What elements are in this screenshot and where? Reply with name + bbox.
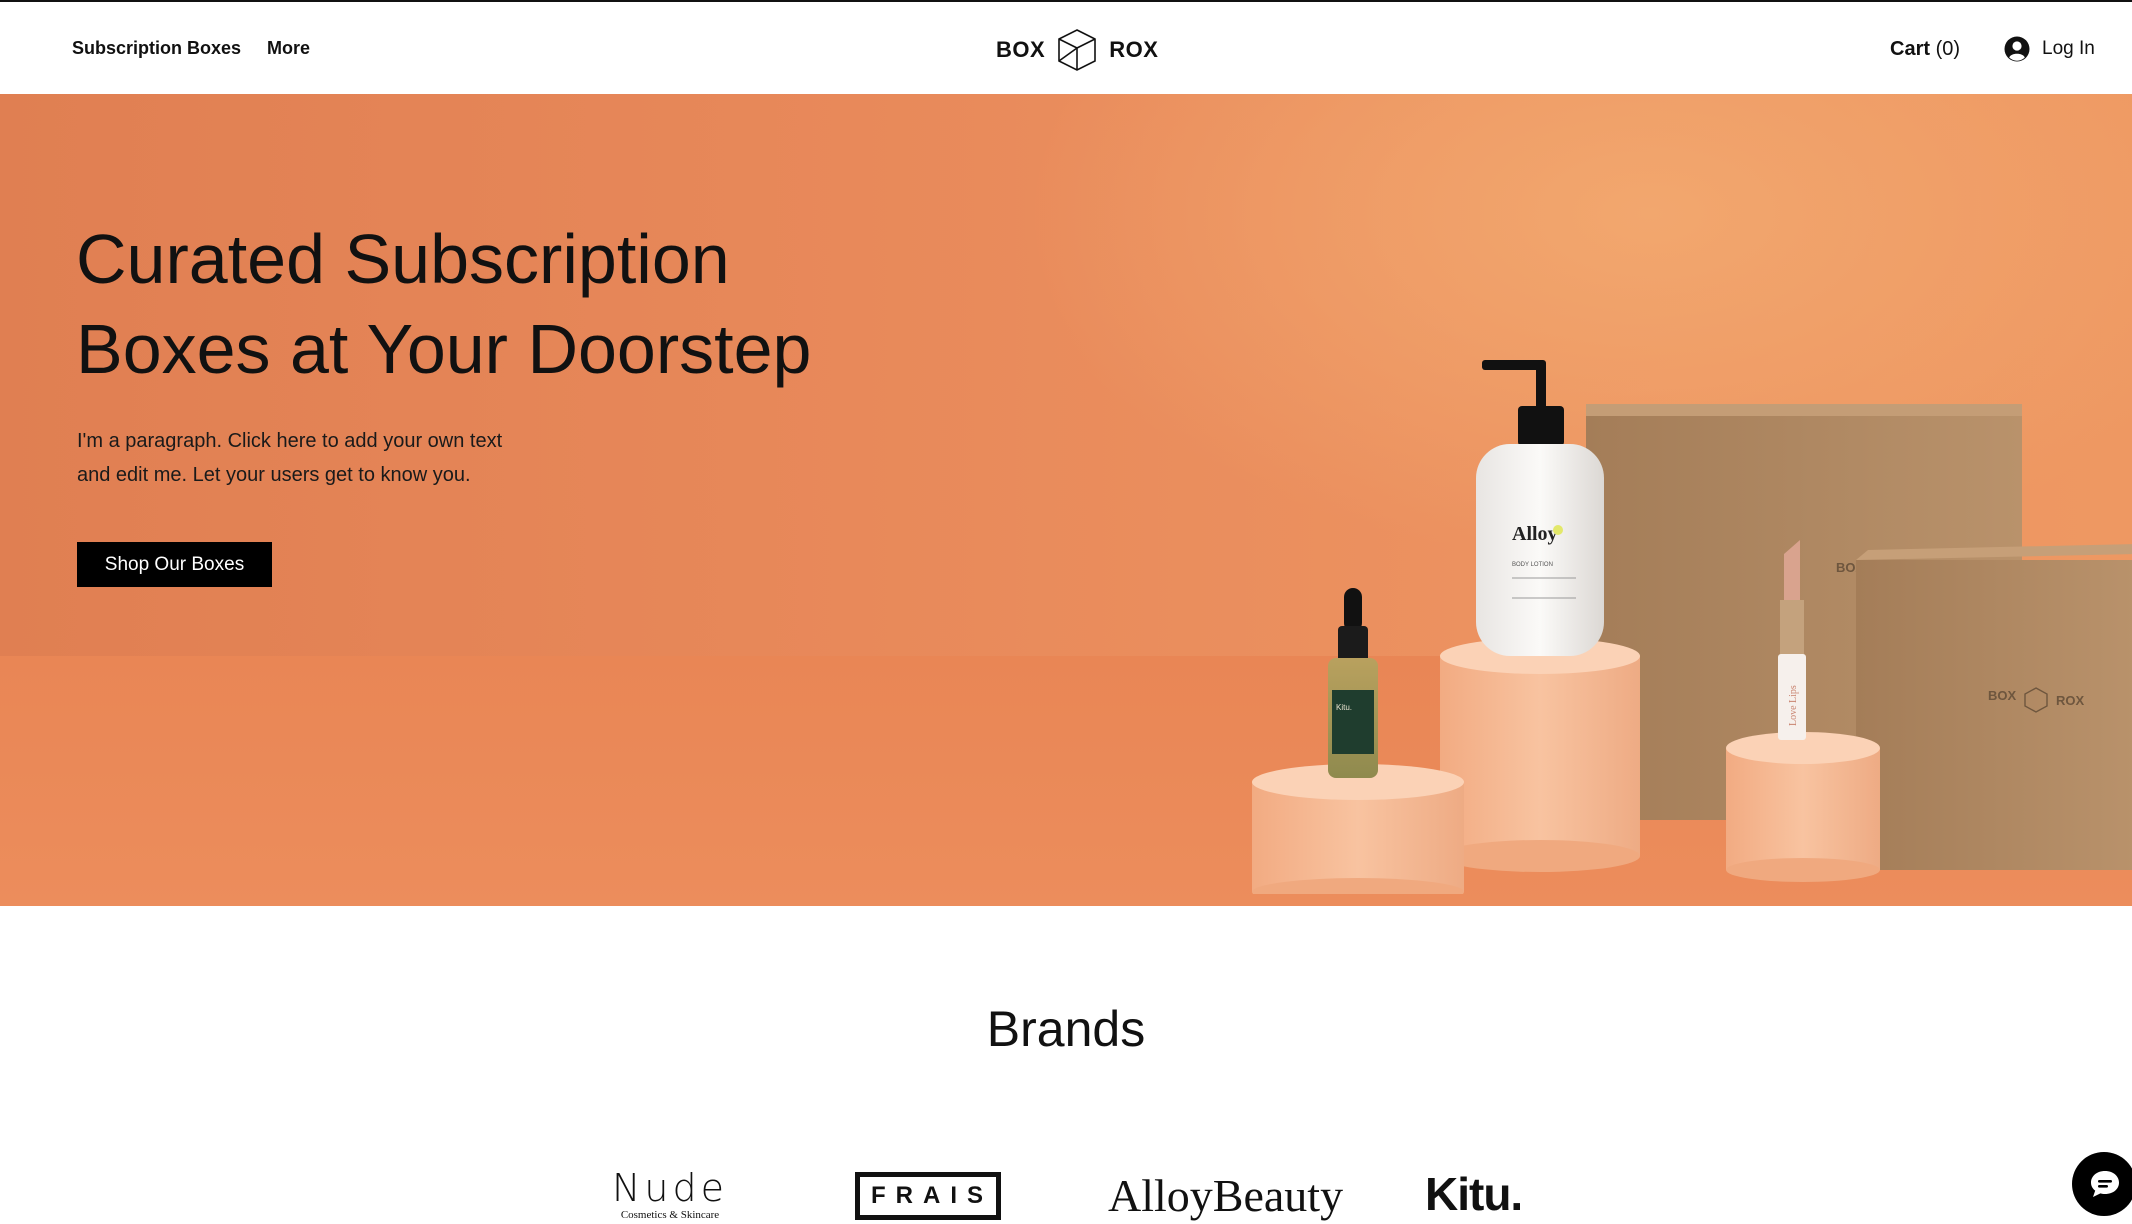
logo-text-right: ROX xyxy=(1109,37,1159,62)
logo-text-left: BOX xyxy=(996,37,1046,62)
svg-text:BODY LOTION: BODY LOTION xyxy=(1512,562,1553,568)
brand-name-kitu: Kitu. xyxy=(1425,1168,1523,1220)
pedestal-left xyxy=(1252,764,1464,894)
svg-text:Kitu.: Kitu. xyxy=(1336,703,1352,712)
box-front: BOX ROX xyxy=(1856,544,2132,870)
hero-title-line-1: Curated Subscription xyxy=(76,220,730,298)
hero-paragraph-line-2: and edit me. Let your users get to know … xyxy=(77,464,471,486)
hero-title: Curated Subscription Boxes at Your Doors… xyxy=(76,214,836,394)
brand-name-alloybeauty: AlloyBeauty xyxy=(1108,1170,1344,1221)
site-logo[interactable]: BOX ROX xyxy=(996,28,1158,72)
hero-paragraph-line-1: I'm a paragraph. Click here to add your … xyxy=(77,430,503,452)
chat-bubble-icon xyxy=(2091,1171,2119,1197)
main-nav: Subscription Boxes More xyxy=(72,38,310,59)
shop-our-boxes-button[interactable]: Shop Our Boxes xyxy=(77,542,272,587)
nav-item-subscription-boxes[interactable]: Subscription Boxes xyxy=(72,38,241,59)
brand-name-frais: FRAIS xyxy=(871,1182,993,1209)
hero-section: Curated Subscription Boxes at Your Doors… xyxy=(0,94,2132,906)
alloy-bottle: Alloy BODY LOTION xyxy=(1476,360,1604,656)
kitu-bottle: Kitu. xyxy=(1328,588,1378,778)
svg-text:ROX: ROX xyxy=(2056,693,2085,708)
pedestal-right xyxy=(1726,732,1880,882)
cart-count: (0) xyxy=(1935,38,1961,60)
brands-heading: Brands xyxy=(986,1001,1146,1057)
user-avatar-icon xyxy=(2004,36,2030,62)
svg-text:BOX: BOX xyxy=(1988,688,2017,703)
brand-logo-alloybeauty[interactable]: AlloyBeauty xyxy=(1108,1168,1343,1224)
cart-link[interactable]: Cart (0) xyxy=(1890,38,1960,61)
svg-text:Alloy: Alloy xyxy=(1512,523,1558,545)
brand-subtitle-nude: Cosmetics & Skincare xyxy=(620,1209,720,1221)
hero-paragraph: I'm a paragraph. Click here to add your … xyxy=(77,424,547,492)
site-header: Subscription Boxes More BOX ROX Cart (0)… xyxy=(0,0,2132,94)
cart-label: Cart xyxy=(1890,38,1931,60)
login-label: Log In xyxy=(2042,38,2095,59)
pedestal-tall xyxy=(1440,638,1640,872)
hero-title-line-2: Boxes at Your Doorstep xyxy=(76,310,812,388)
brand-logo-frais[interactable]: FRAIS xyxy=(855,1172,1001,1220)
cube-icon xyxy=(1058,29,1096,71)
login-button[interactable]: Log In xyxy=(2004,36,2095,62)
chat-button[interactable] xyxy=(2072,1152,2132,1216)
nav-item-more[interactable]: More xyxy=(267,38,310,59)
brand-name-nude: Nude xyxy=(612,1166,729,1210)
hero-product-image: BOX Alloy BODY LOTION BOX ROX Kitu. Love… xyxy=(1252,360,2132,894)
brand-logo-nude[interactable]: Nude Cosmetics & Skincare xyxy=(612,1168,728,1222)
brand-logo-kitu[interactable]: Kitu. xyxy=(1425,1166,1523,1222)
svg-text:Love Lips: Love Lips xyxy=(1788,685,1799,726)
